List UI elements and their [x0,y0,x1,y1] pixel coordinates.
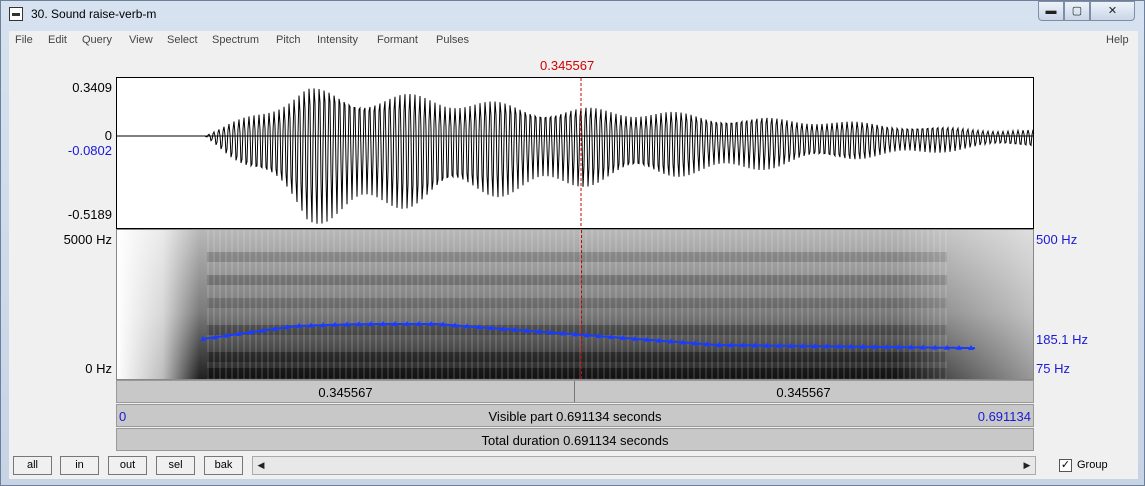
menu-view[interactable]: View [129,34,153,46]
group-checkbox[interactable]: ✓ [1059,459,1072,472]
spectrogram-plot [117,230,1033,379]
group-label: Group [1077,459,1108,471]
time-scrollbar[interactable]: ◀ ▶ [252,456,1036,475]
zoom-out-button[interactable]: out [108,456,147,475]
spectrogram-fade [117,230,1033,379]
visible-end: 0.691134 [977,409,1031,424]
spectrogram-cursor-line [581,230,582,379]
cursor-time-label: 0.345567 [540,58,595,73]
menu-bar: File Edit Query View Select Spectrum Pit… [9,31,1138,51]
menu-edit[interactable]: Edit [48,34,67,46]
selection-left-duration[interactable]: 0.345567 [117,385,574,400]
praat-sound-window: 30. Sound raise-verb-m ▬ ▢ ✕ File Edit Q… [0,0,1145,486]
zoom-all-button[interactable]: all [13,456,52,475]
app-icon [9,7,23,21]
selection-right-duration[interactable]: 0.345567 [575,385,1032,400]
editor-area: 0.345567 0.3409 0 -0.0802 -0.5189 5000 H… [9,51,1138,479]
waveform-min-label: -0.5189 [67,207,112,222]
total-duration-bar[interactable]: Total duration 0.691134 seconds [116,428,1034,451]
menu-spectrum[interactable]: Spectrum [212,34,259,46]
menu-formant[interactable]: Formant [377,34,418,46]
visible-part-label: Visible part 0.691134 seconds [488,409,662,424]
menu-help[interactable]: Help [1106,34,1129,46]
spectrogram-top-freq: 5000 Hz [63,232,112,247]
waveform-panel[interactable] [116,77,1034,229]
minimize-button[interactable]: ▬ [1038,1,1064,21]
title-bar: 30. Sound raise-verb-m ▬ ▢ ✕ [1,1,1144,29]
total-duration-label: Total duration 0.691134 seconds [481,433,669,448]
pitch-top-label: 500 Hz [1036,232,1078,247]
menu-intensity[interactable]: Intensity [317,34,358,46]
menu-file[interactable]: File [15,34,33,46]
pitch-bottom-label: 75 Hz [1036,361,1070,376]
maximize-button[interactable]: ▢ [1064,1,1090,21]
waveform-max-label: 0.3409 [72,80,112,95]
waveform-trace [117,88,1033,224]
spectrogram-panel[interactable] [116,229,1034,380]
pitch-value-label: 185.1 Hz [1036,332,1089,347]
menu-pulses[interactable]: Pulses [436,34,469,46]
waveform-zero-label: 0 [104,128,112,143]
close-button[interactable]: ✕ [1090,1,1135,21]
waveform-plot [117,78,1033,228]
selection-bar[interactable]: 0.345567 0.345567 [116,380,1034,403]
scroll-left-icon[interactable]: ◀ [253,457,269,474]
menu-pitch[interactable]: Pitch [276,34,300,46]
menu-select[interactable]: Select [167,34,198,46]
waveform-cursor-value: -0.0802 [67,143,112,158]
spectrogram-bottom-freq: 0 Hz [85,361,112,376]
zoom-in-button[interactable]: in [60,456,99,475]
zoom-selection-button[interactable]: sel [156,456,195,475]
zoom-back-button[interactable]: bak [204,456,243,475]
visible-part-bar[interactable]: 0 Visible part 0.691134 seconds 0.691134 [116,404,1034,427]
window-title: 30. Sound raise-verb-m [31,7,157,21]
scroll-right-icon[interactable]: ▶ [1019,457,1035,474]
menu-query[interactable]: Query [82,34,112,46]
